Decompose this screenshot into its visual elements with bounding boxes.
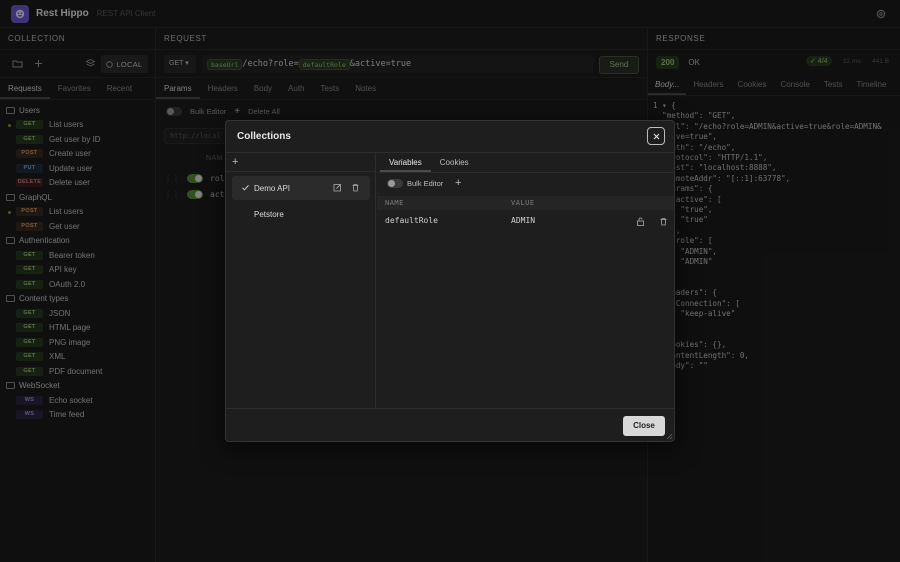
collections-modal: Collections + Demo API Petstore Variable… [225,120,675,442]
collection-item-demo-api[interactable]: Demo API [232,176,370,200]
bulk-editor-label: Bulk Editor [407,179,444,188]
add-variable-button[interactable]: + [455,177,461,189]
collection-settings: Variables Cookies Bulk Editor + NAME VAL… [377,153,674,408]
variables-toolbar: Bulk Editor [387,179,443,188]
divider [226,408,674,409]
close-button[interactable]: Close [623,416,665,436]
divider [377,172,674,173]
variables-table-header: NAME VALUE [377,196,674,210]
check-icon [242,184,249,191]
tab-variables[interactable]: Variables [380,153,431,172]
variable-row[interactable]: defaultRole ADMIN [377,211,674,231]
modal-close-button[interactable] [647,127,665,145]
bulk-editor-toggle[interactable] [387,179,403,188]
close-icon [653,133,659,139]
edit-icon[interactable] [333,183,342,192]
collection-settings-tabs: Variables Cookies [380,153,478,172]
trash-icon[interactable] [351,183,360,192]
trash-icon[interactable] [659,217,668,226]
collections-list: + Demo API Petstore [226,153,376,408]
tab-cookies[interactable]: Cookies [431,153,478,172]
collection-name: Petstore [254,209,284,219]
divider [226,171,376,172]
collection-name: Demo API [254,183,291,193]
modal-title: Collections [237,131,291,142]
resize-grip-icon[interactable] [666,433,673,440]
collection-item-petstore[interactable]: Petstore [232,202,370,226]
column-header-name: NAME [385,199,404,207]
variable-name[interactable]: defaultRole [385,211,438,231]
variable-value[interactable]: ADMIN [511,211,535,231]
lock-icon[interactable] [636,217,645,226]
add-collection-button[interactable]: + [232,156,238,168]
column-header-value: VALUE [511,199,535,207]
